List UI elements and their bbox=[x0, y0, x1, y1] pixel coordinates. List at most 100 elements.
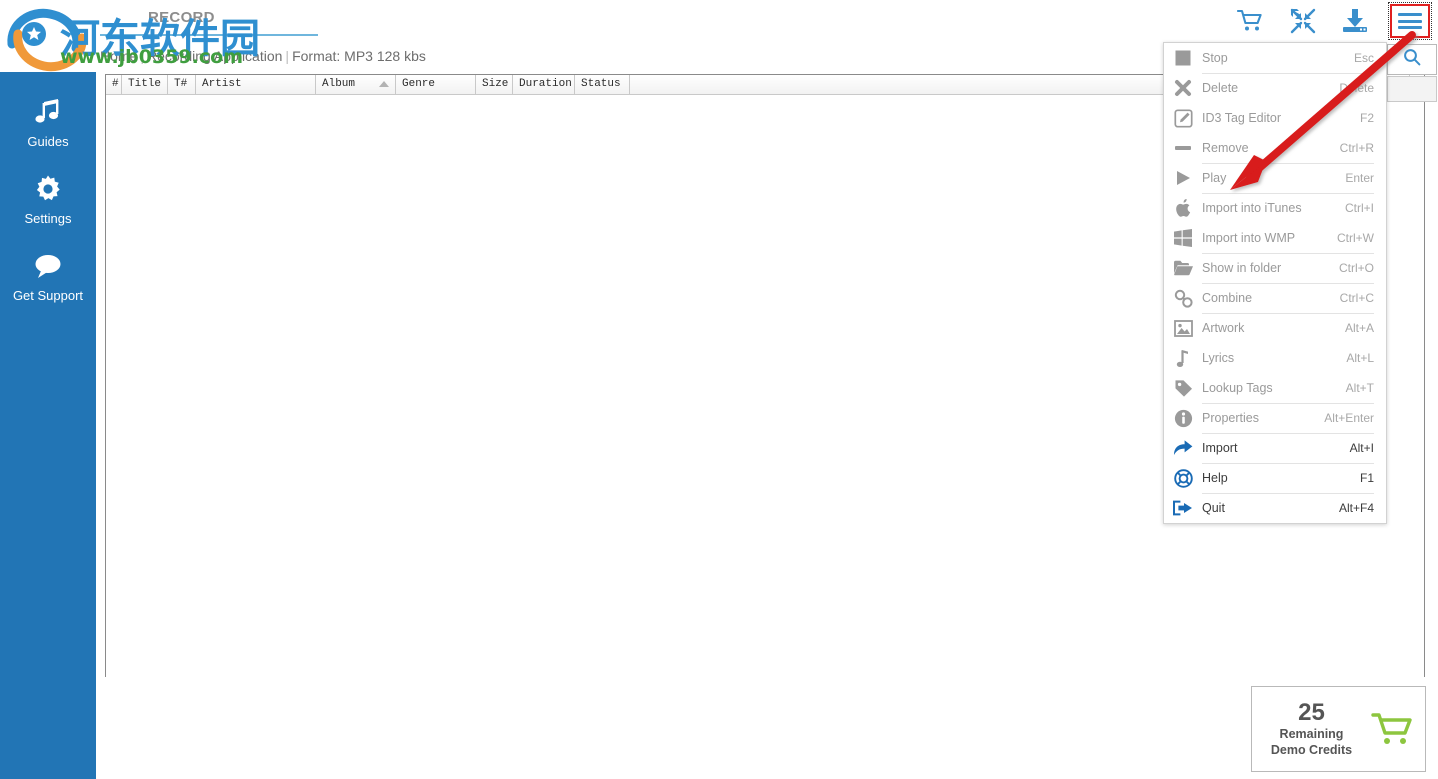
menu-item-label: Lookup Tags bbox=[1202, 381, 1273, 395]
table-column-header[interactable]: Status bbox=[575, 75, 630, 94]
table-column-header[interactable]: T# bbox=[168, 75, 196, 94]
close-x-icon bbox=[1164, 73, 1202, 103]
stop-square-icon bbox=[1164, 43, 1202, 73]
table-column-header[interactable]: Size bbox=[476, 75, 513, 94]
menu-item-lookup-tags: Lookup Tags Alt+T bbox=[1164, 373, 1386, 403]
menu-item-shortcut: Ctrl+R bbox=[1339, 141, 1374, 155]
menu-item-import[interactable]: Import Alt+I bbox=[1164, 433, 1386, 463]
download-icon[interactable] bbox=[1338, 5, 1372, 37]
breadcrumb-home[interactable]: Home bbox=[100, 48, 137, 64]
table-column-header-label: Size bbox=[482, 78, 509, 90]
hamburger-menu-icon[interactable] bbox=[1388, 2, 1432, 40]
music-note-icon bbox=[1164, 343, 1202, 373]
table-column-header[interactable]: Album bbox=[316, 75, 396, 94]
menu-item-help[interactable]: Help F1 bbox=[1164, 463, 1386, 493]
import-arrow-icon bbox=[1164, 433, 1202, 463]
demo-credits-box[interactable]: 25 Remaining Demo Credits bbox=[1251, 686, 1426, 772]
search-icon bbox=[1403, 48, 1421, 71]
search-input[interactable] bbox=[1387, 44, 1437, 75]
menu-item-id3-tag-editor: ID3 Tag Editor F2 bbox=[1164, 103, 1386, 133]
sidebar-item-guides[interactable]: Guides bbox=[0, 72, 96, 149]
menu-item-shortcut: Ctrl+I bbox=[1344, 201, 1374, 215]
menu-item-label: Import into WMP bbox=[1202, 231, 1296, 245]
sort-ascending-icon bbox=[379, 81, 389, 87]
menu-item-shortcut: F2 bbox=[1359, 111, 1374, 125]
exit-icon bbox=[1164, 493, 1202, 523]
menu-item-delete: Delete Delete bbox=[1164, 73, 1386, 103]
breadcrumb-format: Format: MP3 128 kbs bbox=[292, 48, 426, 64]
sidebar-item-get-support[interactable]: Get Support bbox=[0, 226, 96, 303]
windows-icon bbox=[1164, 223, 1202, 253]
menu-item-shortcut: Enter bbox=[1345, 171, 1374, 185]
menu-item-remove: Remove Ctrl+R bbox=[1164, 133, 1386, 163]
lifebuoy-icon bbox=[1164, 463, 1202, 493]
edit-pencil-icon bbox=[1164, 103, 1202, 133]
table-column-header-label: Album bbox=[322, 78, 356, 90]
menu-item-label: Stop bbox=[1202, 51, 1228, 65]
table-column-header-label: Genre bbox=[402, 78, 436, 90]
breadcrumb-sep-2: | bbox=[285, 48, 290, 64]
sidebar-item-label: Settings bbox=[24, 211, 72, 226]
menu-item-play: Play Enter bbox=[1164, 163, 1386, 193]
menu-item-label: Delete bbox=[1202, 81, 1239, 95]
demo-credits-count: 25 bbox=[1298, 699, 1325, 726]
menu-item-import-into-wmp: Import into WMP Ctrl+W bbox=[1164, 223, 1386, 253]
folder-icon bbox=[1164, 253, 1202, 283]
menu-item-label: Properties bbox=[1202, 411, 1259, 425]
demo-credits-line2: Demo Credits bbox=[1270, 743, 1353, 757]
menu-item-label: Lyrics bbox=[1202, 351, 1235, 365]
menu-item-label: Play bbox=[1202, 171, 1227, 185]
menu-item-shortcut: Ctrl+O bbox=[1338, 261, 1374, 275]
music-note-icon bbox=[0, 94, 96, 130]
menu-item-label: Remove bbox=[1202, 141, 1249, 155]
menu-item-shortcut: Alt+Enter bbox=[1324, 411, 1374, 425]
collapse-icon[interactable] bbox=[1286, 5, 1320, 37]
minus-icon bbox=[1164, 133, 1202, 163]
menu-item-label: Import into iTunes bbox=[1202, 201, 1302, 215]
table-column-header[interactable]: Genre bbox=[396, 75, 476, 94]
menu-item-label: ID3 Tag Editor bbox=[1202, 111, 1281, 125]
table-column-header[interactable]: # bbox=[106, 75, 122, 94]
sidebar-item-settings[interactable]: Settings bbox=[0, 149, 96, 226]
menu-item-properties: Properties Alt+Enter bbox=[1164, 403, 1386, 433]
table-column-header-label: Artist bbox=[202, 78, 242, 90]
table-column-header[interactable]: Artist bbox=[196, 75, 316, 94]
search-panel-body bbox=[1387, 76, 1437, 102]
sidebar-item-label: Guides bbox=[27, 134, 69, 149]
menu-item-quit[interactable]: Quit Alt+F4 bbox=[1164, 493, 1386, 523]
menu-item-stop: Stop Esc bbox=[1164, 43, 1386, 73]
top-bar: RECORD bbox=[0, 0, 1438, 42]
table-column-header-label: Title bbox=[128, 78, 162, 90]
menu-item-combine: Combine Ctrl+C bbox=[1164, 283, 1386, 313]
menu-item-import-into-itunes: Import into iTunes Ctrl+I bbox=[1164, 193, 1386, 223]
sidebar: Guides Settings Get Support bbox=[0, 72, 96, 779]
cart-icon[interactable] bbox=[1234, 5, 1268, 37]
brand-logo-text: RECORD bbox=[148, 9, 215, 26]
speech-bubble-icon bbox=[0, 248, 96, 284]
table-column-header[interactable]: Title bbox=[122, 75, 168, 94]
menu-item-label: Help bbox=[1202, 471, 1228, 485]
menu-item-shortcut: F1 bbox=[1359, 471, 1374, 485]
breadcrumb-section: Recording Application bbox=[147, 48, 283, 64]
table-column-header[interactable]: Duration bbox=[513, 75, 575, 94]
image-icon bbox=[1164, 313, 1202, 343]
menu-item-artwork: Artwork Alt+A bbox=[1164, 313, 1386, 343]
menu-item-label: Import bbox=[1202, 441, 1238, 455]
apple-icon bbox=[1164, 193, 1202, 223]
breadcrumb-sep-1: | bbox=[140, 48, 144, 64]
menu-item-shortcut: Esc bbox=[1353, 51, 1374, 65]
menu-item-shortcut: Ctrl+C bbox=[1339, 291, 1374, 305]
link-chain-icon bbox=[1164, 283, 1202, 313]
menu-item-shortcut: Alt+I bbox=[1349, 441, 1374, 455]
menu-item-label: Quit bbox=[1202, 501, 1225, 515]
menu-item-label: Show in folder bbox=[1202, 261, 1282, 275]
menu-item-shortcut: Alt+L bbox=[1346, 351, 1374, 365]
menu-item-lyrics: Lyrics Alt+L bbox=[1164, 343, 1386, 373]
brand-underline bbox=[100, 34, 318, 36]
cart-icon[interactable] bbox=[1365, 710, 1425, 748]
menu-item-label: Artwork bbox=[1202, 321, 1245, 335]
breadcrumb: Home | Recording Application | Format: MP3 1… bbox=[100, 48, 426, 64]
menu-item-show-in-folder: Show in folder Ctrl+O bbox=[1164, 253, 1386, 283]
menu-item-shortcut: Ctrl+W bbox=[1337, 231, 1374, 245]
gear-icon bbox=[0, 171, 96, 207]
